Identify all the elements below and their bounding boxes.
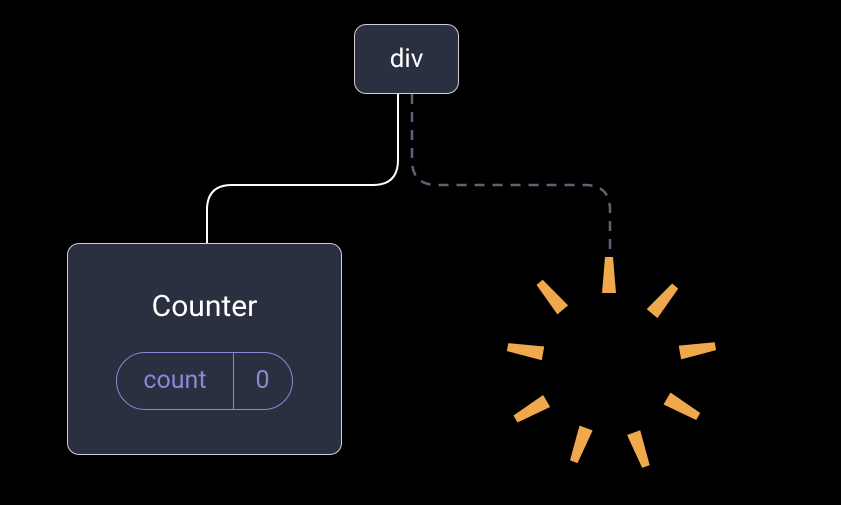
counter-title: Counter: [152, 289, 258, 324]
counter-node: Counter count 0: [67, 243, 342, 455]
state-key: count: [117, 353, 233, 409]
root-node: div: [354, 24, 459, 94]
state-pill: count 0: [116, 352, 292, 410]
root-label: div: [390, 44, 424, 74]
state-value: 0: [234, 353, 292, 409]
dashed-edge: [412, 94, 610, 265]
solid-edge: [207, 94, 398, 243]
